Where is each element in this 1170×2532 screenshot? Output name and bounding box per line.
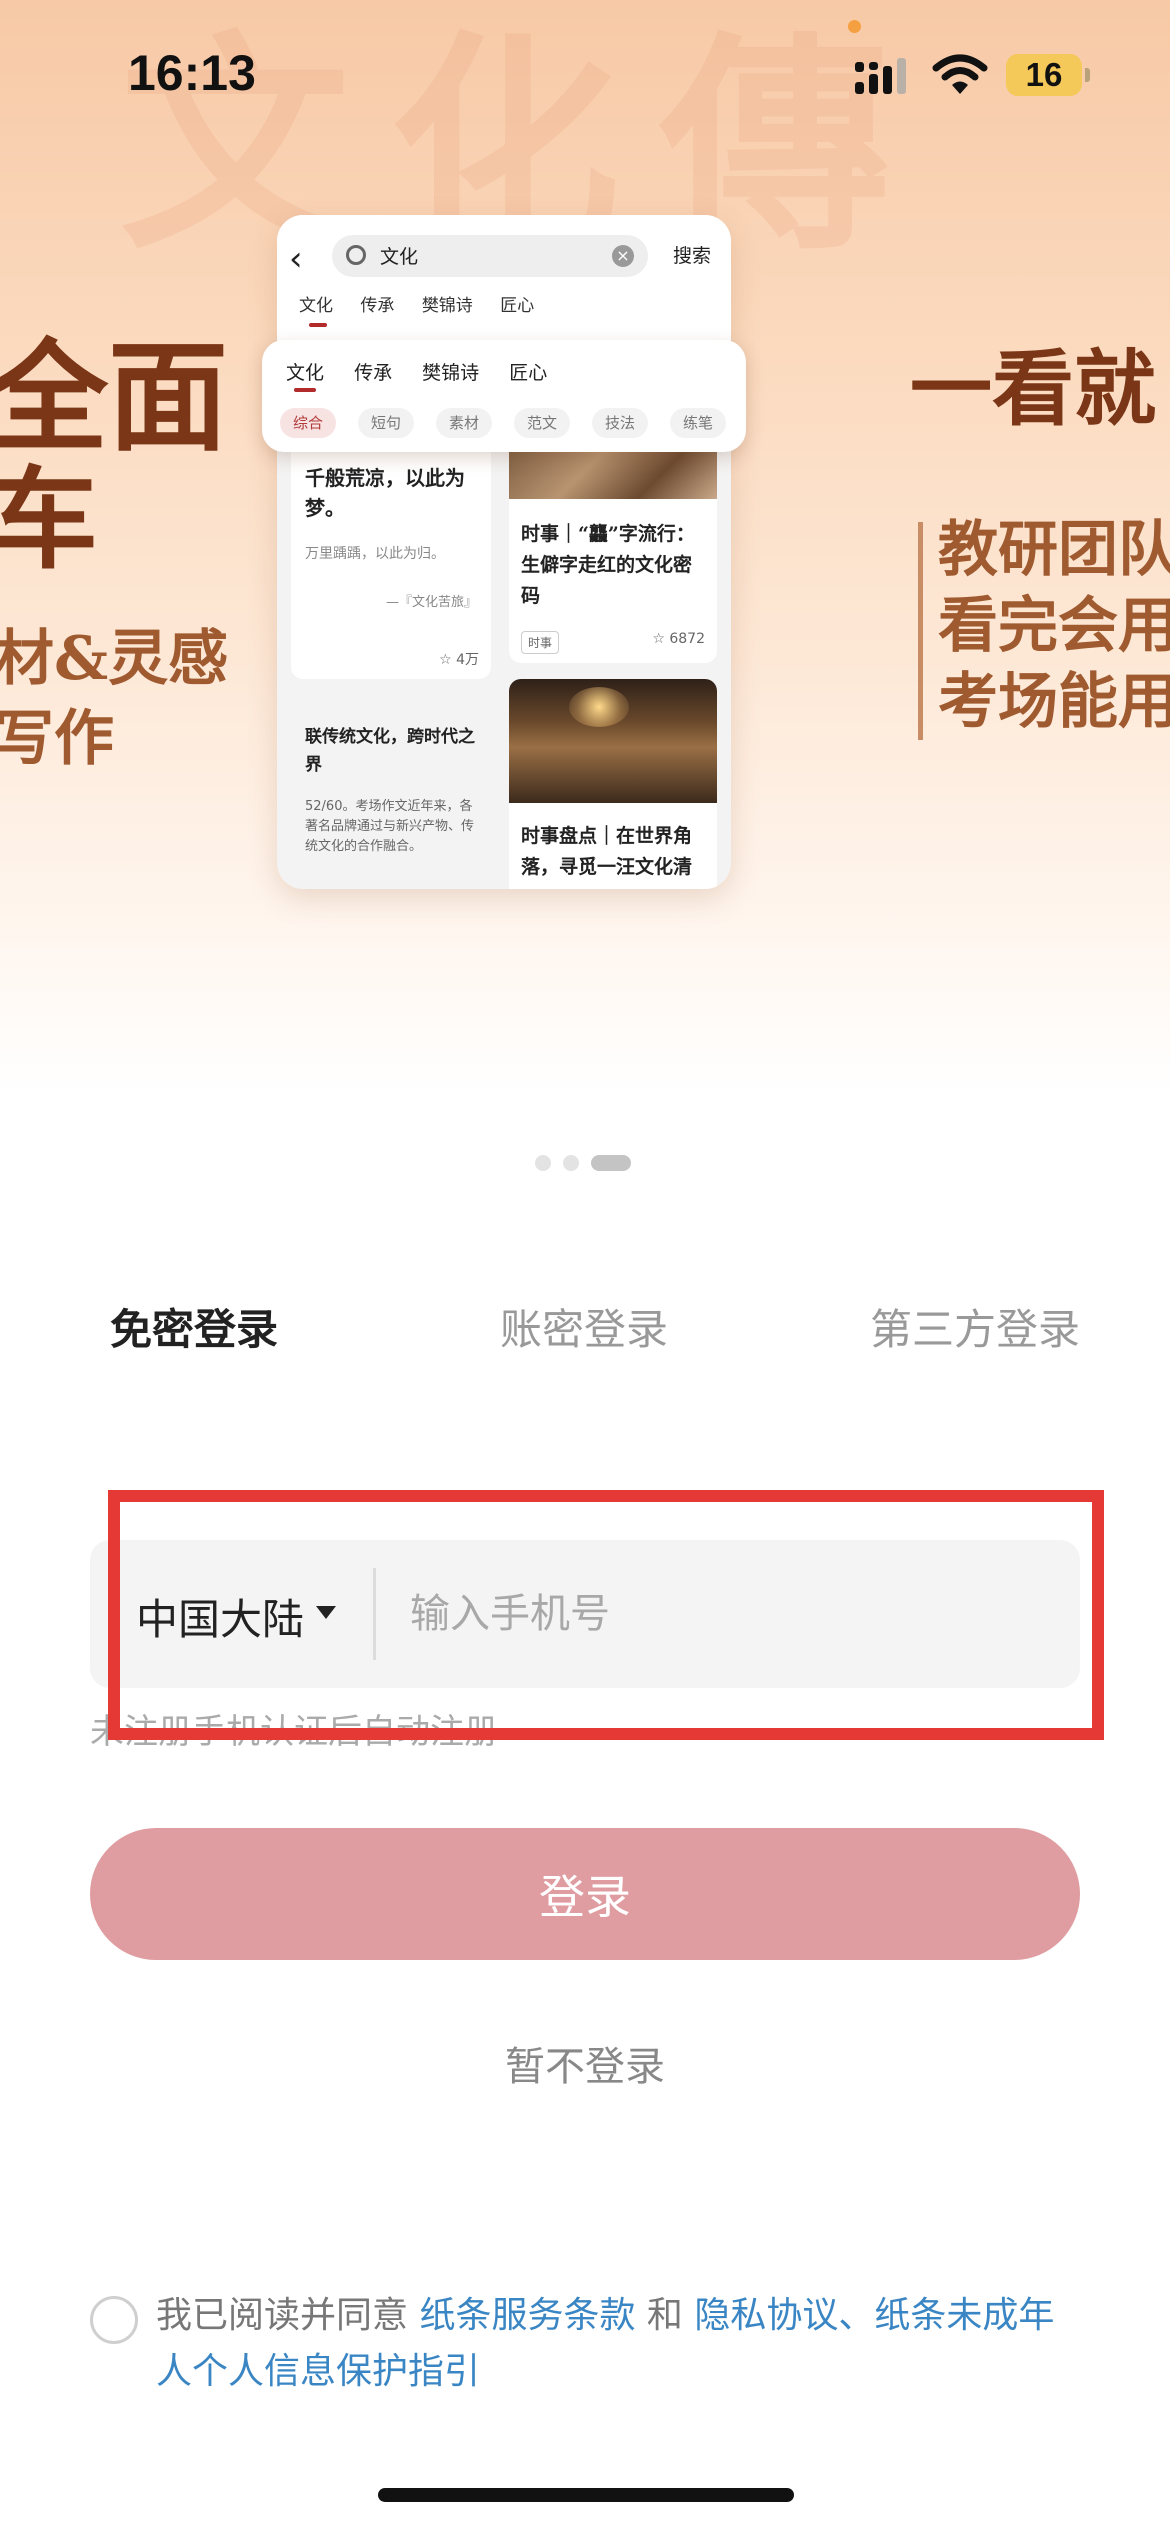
mockup-card-title: 千般荒凉，以此为梦。 (305, 466, 465, 520)
home-indicator[interactable] (378, 2488, 794, 2502)
mockup-search-bar: 文化 × (332, 235, 648, 277)
popup-tab: 传承 (354, 362, 393, 384)
mockup-tab: 传承 (360, 296, 395, 316)
filter-chip: 技法 (592, 408, 648, 438)
agreement-text: 我已阅读并同意 纸条服务条款 和 隐私协议、纸条未成年人个人信息保护指引 (156, 2288, 1076, 2400)
status-bar: 16:13 16 (0, 0, 1170, 150)
tab-password-login[interactable]: 账密登录 (500, 1296, 668, 1357)
mockup-card-title: 时事盘点｜在世界角落，寻觅一汪文化清 (521, 825, 693, 878)
mockup-tab-popup: 文化 传承 樊锦诗 匠心 综合 短句 素材 范文 技法 练笔 (262, 340, 746, 452)
mockup-card-subtitle: 52/60。考场作文近年来，各著名品牌通过与新兴产物、传统文化的合作融合。 (305, 799, 475, 854)
promo-left-line4: 写作 (0, 704, 114, 774)
clear-icon: × (612, 245, 634, 267)
tab-third-party-login[interactable]: 第三方登录 (870, 1296, 1080, 1357)
mockup-header: ‹ 文化 × 搜索 文化 传承 樊锦诗 匠心 (277, 215, 731, 345)
agreement-checkbox[interactable] (90, 2296, 138, 2344)
skip-login-link[interactable]: 暂不登录 (0, 2034, 1170, 2092)
phone-mockup: ‹ 文化 × 搜索 文化 传承 樊锦诗 匠心 千般荒凉，以此为梦。 万里踽踽，以… (277, 215, 731, 889)
highlight-box (108, 1490, 1104, 1740)
signal-icon (855, 58, 906, 94)
login-button[interactable]: 登录 (90, 1828, 1080, 1960)
mockup-tab: 匠心 (500, 296, 535, 316)
mockup-card: 时事｜“龘”字流行：生僻字走红的文化密码 时事 ☆ 6872 (509, 499, 717, 663)
promo-right-line: 考场能用 (938, 667, 1170, 737)
popup-tab: 文化 (286, 362, 325, 384)
mockup-card: 联传统文化，跨时代之界 52/60。考场作文近年来，各著名品牌通过与新兴产物、传… (291, 695, 491, 889)
filter-chip: 范文 (514, 408, 570, 438)
promo-left-line3: 材&灵感 (0, 624, 229, 694)
back-arrow-icon: ‹ (289, 239, 303, 279)
mockup-card-image (509, 679, 717, 803)
popup-tab: 樊锦诗 (422, 362, 480, 384)
privacy-indicator-dot (848, 20, 861, 33)
mockup-card-tag: 时事 (521, 631, 560, 654)
promo-right-title: 一看就 (910, 341, 1157, 437)
mockup-card-count: ☆ 6872 (652, 631, 705, 647)
app-screen: 文化傳 全面 车 材&灵感 写作 一看就 教研团队 看完会用 考场能用 ‹ 文化… (0, 0, 1170, 2532)
popup-tab: 匠心 (509, 362, 548, 384)
filter-chip: 素材 (436, 408, 492, 438)
page-dot (563, 1155, 579, 1171)
mockup-column-left: 千般荒凉，以此为梦。 万里踽踽，以此为归。 —『文化苦旅』 ☆ 4万 联传统文化… (291, 439, 491, 889)
page-dot-active (591, 1155, 631, 1171)
login-button-label: 登录 (539, 1870, 631, 1924)
filter-chip: 练笔 (670, 408, 726, 438)
popup-tabs: 文化 传承 樊锦诗 匠心 (286, 358, 571, 385)
promo-right-lines: 教研团队 看完会用 考场能用 (938, 512, 1170, 740)
mockup-card-author: —『文化苦旅』 (385, 595, 477, 610)
mockup-card: 时事盘点｜在世界角落，寻觅一汪文化清 (509, 803, 717, 889)
promo-banner[interactable]: 文化傳 全面 车 材&灵感 写作 一看就 教研团队 看完会用 考场能用 ‹ 文化… (0, 0, 1170, 1095)
promo-right-line: 教研团队 (938, 515, 1170, 585)
mockup-search-button: 搜索 (673, 245, 712, 267)
mockup-tabs: 文化 传承 樊锦诗 匠心 (299, 291, 556, 316)
battery-icon: 16 (1006, 54, 1090, 96)
mockup-tab: 文化 (299, 296, 333, 316)
terms-link[interactable]: 纸条服务条款 (419, 2295, 635, 2336)
promo-left-line2: 车 (0, 455, 98, 584)
battery-level: 16 (1006, 54, 1082, 96)
promo-right-divider (918, 522, 923, 740)
lamp-glow (569, 687, 629, 727)
mockup-card-subtitle: 万里踽踽，以此为归。 (305, 546, 445, 562)
agreement-prefix: 我已阅读并同意 (156, 2295, 420, 2336)
popup-tab-underline (294, 388, 316, 392)
page-dot (535, 1155, 551, 1171)
popup-filter-chips: 综合 短句 素材 范文 技法 练笔 (280, 408, 748, 438)
mockup-tab: 樊锦诗 (421, 296, 473, 316)
mockup-search-query: 文化 (380, 246, 419, 268)
mockup-card-count: ☆ 4万 (439, 652, 479, 668)
tab-password-free-login[interactable]: 免密登录 (110, 1296, 278, 1357)
mockup-column-right: 时事｜“龘”字流行：生僻字走红的文化密码 时事 ☆ 6872 时事盘点｜在世界角… (509, 439, 717, 889)
battery-cap (1085, 68, 1090, 82)
mockup-tab-underline (309, 323, 327, 327)
filter-chip: 综合 (280, 408, 336, 438)
mockup-card-title: 联传统文化，跨时代之界 (305, 727, 475, 775)
status-time: 16:13 (128, 45, 256, 101)
wifi-icon (932, 54, 988, 94)
mockup-card: 千般荒凉，以此为梦。 万里踽踽，以此为归。 —『文化苦旅』 ☆ 4万 (291, 439, 491, 679)
promo-right-line: 看完会用 (938, 591, 1170, 661)
mockup-card-title: 时事｜“龘”字流行：生僻字走红的文化密码 (521, 523, 695, 607)
search-icon (346, 245, 366, 265)
agreement-and: 和 (635, 2295, 695, 2336)
filter-chip: 短句 (358, 408, 414, 438)
